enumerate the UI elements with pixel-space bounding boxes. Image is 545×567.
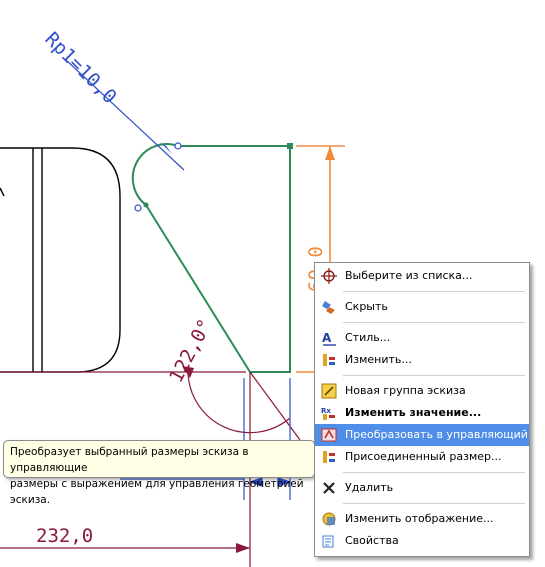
menu-item-label: Изменить значение...: [345, 406, 482, 419]
menu-item-label: Новая группа эскиза: [345, 384, 466, 397]
menu-separator: [343, 322, 525, 323]
menu-separator: [343, 503, 525, 504]
tooltip-line-2: размеры с выражением для управления геом…: [10, 478, 304, 506]
menu-item-select-from-list[interactable]: Выберите из списка...: [315, 265, 529, 287]
svg-text:A: A: [322, 331, 332, 345]
radius-dimension-text[interactable]: Rp1=10,0: [40, 28, 120, 108]
menu-item-change-display[interactable]: Изменить отображение...: [315, 508, 529, 530]
length-dimension[interactable]: 232,0: [0, 525, 250, 553]
menu-item-label: Свойства: [345, 534, 399, 547]
menu-item-label: Изменить...: [345, 353, 412, 366]
menu-item-label: Изменить отображение...: [345, 512, 494, 525]
menu-item-properties[interactable]: Свойства: [315, 530, 529, 552]
menu-item-convert-to-driving[interactable]: Преобразовать в управляющий: [315, 424, 529, 446]
menu-item-label: Стиль...: [345, 331, 391, 344]
tooltip: Преобразует выбранный размеры эскиза в у…: [3, 440, 315, 506]
crosshair-icon: [321, 268, 337, 284]
menu-item-style[interactable]: A Стиль...: [315, 327, 529, 349]
length-dimension-text[interactable]: 232,0: [36, 525, 93, 547]
sketch-profile[interactable]: [131, 143, 291, 373]
sketch-group-icon: [321, 383, 337, 399]
convert-driving-icon: [321, 428, 337, 442]
sketch-points[interactable]: [134, 142, 293, 212]
menu-item-attached-dimension[interactable]: Присоединенный размер...: [315, 446, 529, 468]
menu-item-delete[interactable]: Удалить: [315, 477, 529, 499]
display-icon: [322, 512, 336, 526]
menu-item-label: Выберите из списка...: [345, 269, 473, 282]
hide-icon: [322, 301, 335, 314]
properties-icon: [322, 535, 334, 548]
style-icon: A: [322, 331, 336, 346]
menu-item-new-sketch-group[interactable]: Новая группа эскиза: [315, 380, 529, 402]
attached-dimension-icon: [323, 451, 335, 463]
angle-dimension[interactable]: 122,0°: [0, 315, 301, 441]
tooltip-line-1: Преобразует выбранный размеры эскиза в у…: [10, 446, 249, 474]
menu-separator: [343, 375, 525, 376]
menu-item-label: Преобразовать в управляющий: [345, 428, 528, 441]
delete-icon: [323, 482, 335, 494]
edit-value-icon: Rx: [321, 407, 335, 420]
menu-item-label: Удалить: [345, 481, 394, 494]
menu-item-label: Присоединенный размер...: [345, 450, 502, 463]
menu-separator: [343, 472, 525, 473]
svg-text:Rx: Rx: [321, 407, 331, 415]
menu-item-label: Скрыть: [345, 300, 388, 313]
menu-item-hide[interactable]: Скрыть: [315, 296, 529, 318]
edit-icon: [323, 354, 335, 366]
part-outline: [0, 147, 121, 373]
menu-item-edit[interactable]: Изменить...: [315, 349, 529, 371]
menu-separator: [343, 291, 525, 292]
menu-item-edit-value[interactable]: Rx Изменить значение...: [315, 402, 529, 424]
context-menu[interactable]: Выберите из списка... Скрыть A Стиль... …: [314, 262, 530, 557]
